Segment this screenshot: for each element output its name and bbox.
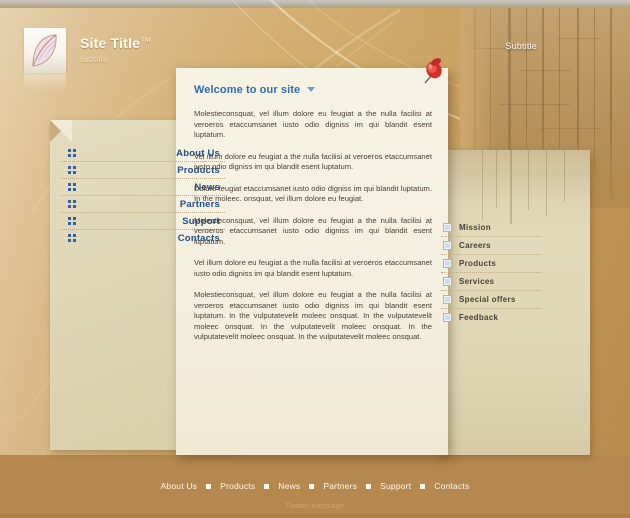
rightnav-item-mission[interactable]: Mission bbox=[441, 219, 541, 237]
four-dots-icon bbox=[68, 234, 76, 242]
content-heading: Welcome to our site bbox=[194, 84, 432, 96]
square-bullet-icon bbox=[443, 313, 452, 322]
header-right-subtitle: Subtitle bbox=[505, 41, 537, 51]
rightnav-item-special-offers[interactable]: Special offers bbox=[441, 291, 541, 309]
logo-reflection bbox=[24, 73, 66, 91]
rightnav-item-products[interactable]: Products bbox=[441, 255, 541, 273]
trademark-mark: TM bbox=[141, 38, 151, 45]
content-paragraph: Molestieconsquat, vel illum dolore eu fe… bbox=[194, 290, 432, 341]
right-navigation: Mission Careers Products Services Specia… bbox=[441, 219, 541, 326]
footer-link-news[interactable]: News bbox=[278, 481, 300, 491]
square-bullet-icon bbox=[443, 295, 452, 304]
content-paragraph: Vel illum dolore eu feugiat a the nulla … bbox=[194, 258, 432, 278]
four-dots-icon bbox=[68, 166, 76, 174]
footer-separator-icon bbox=[309, 483, 315, 489]
site-branding[interactable]: Site TitleTM subtitle bbox=[24, 28, 150, 73]
square-bullet-icon bbox=[443, 259, 452, 268]
bottom-edge bbox=[0, 514, 630, 518]
rightnav-item-label: Products bbox=[459, 259, 497, 268]
footer-link-partners[interactable]: Partners bbox=[323, 481, 357, 491]
site-subtitle: subtitle bbox=[80, 55, 108, 64]
four-dots-icon bbox=[68, 183, 76, 191]
footer-link-about-us[interactable]: About Us bbox=[161, 481, 198, 491]
rightnav-item-services[interactable]: Services bbox=[441, 273, 541, 291]
site-title-text: Site Title bbox=[80, 35, 141, 51]
rightnav-item-label: Special offers bbox=[459, 295, 516, 304]
content-paragraph: Molestieconsquat, vel illum dolore eu fe… bbox=[194, 215, 432, 246]
footer-link-products[interactable]: Products bbox=[220, 481, 255, 491]
footer-separator-icon bbox=[366, 483, 372, 489]
rightnav-item-label: Feedback bbox=[459, 313, 499, 322]
main-content: Welcome to our site Molestieconsquat, ve… bbox=[194, 84, 432, 354]
footer-message: Footer message bbox=[285, 501, 345, 510]
rightnav-item-careers[interactable]: Careers bbox=[441, 237, 541, 255]
leaf-logo-icon bbox=[24, 28, 66, 73]
panel-fold-corner bbox=[50, 120, 72, 142]
content-paragraph: Molestieconsquat, vel illum dolore eu fe… bbox=[194, 109, 432, 139]
rightnav-item-feedback[interactable]: Feedback bbox=[441, 309, 541, 326]
top-strip bbox=[0, 0, 630, 8]
page-root: Site TitleTM subtitle Subtitle About Us … bbox=[0, 0, 630, 518]
square-bullet-icon bbox=[443, 223, 452, 232]
footer-link-support[interactable]: Support bbox=[380, 481, 411, 491]
footer-navigation: About Us Products News Partners Support … bbox=[0, 481, 630, 491]
footer-separator-icon bbox=[264, 483, 270, 489]
rightnav-item-label: Mission bbox=[459, 223, 491, 232]
page-title: Site TitleTM bbox=[80, 35, 150, 51]
four-dots-icon bbox=[68, 217, 76, 225]
rightnav-item-label: Careers bbox=[459, 241, 491, 250]
chevron-down-icon[interactable] bbox=[307, 87, 316, 93]
content-paragraph: Dolore feugiat etaccumsanet iusto odio d… bbox=[194, 183, 432, 204]
footer-separator-icon bbox=[206, 483, 212, 489]
content-heading-text: Welcome to our site bbox=[194, 84, 301, 96]
four-dots-icon bbox=[68, 200, 76, 208]
rightnav-item-label: Services bbox=[459, 277, 495, 286]
footer-separator-icon bbox=[420, 483, 426, 489]
square-bullet-icon bbox=[443, 241, 452, 250]
footer-link-contacts[interactable]: Contacts bbox=[434, 481, 469, 491]
content-paragraph: Vel illum dolore eu feugiat a the nulla … bbox=[194, 151, 432, 172]
four-dots-icon bbox=[68, 149, 76, 157]
square-bullet-icon bbox=[443, 277, 452, 286]
